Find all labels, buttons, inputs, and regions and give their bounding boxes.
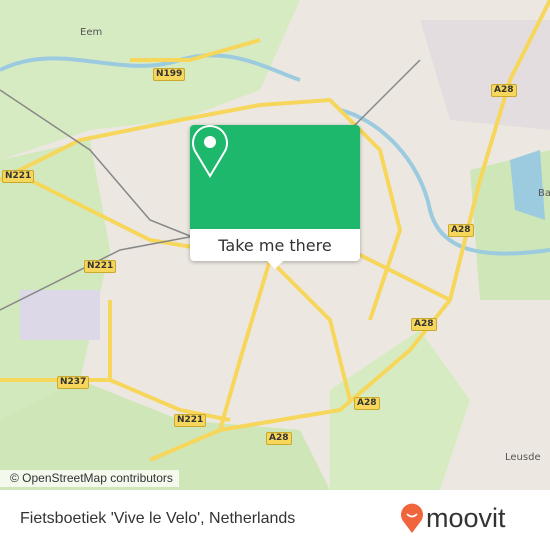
moovit-wordmark: moovit (426, 502, 506, 533)
road-label-n237: N237 (57, 376, 90, 389)
map-attribution[interactable]: © OpenStreetMap contributors (0, 470, 179, 487)
map-label-eem: Eem (80, 27, 103, 38)
popup-header (190, 125, 360, 229)
take-me-there-button[interactable]: Take me there (190, 229, 360, 261)
road-label-a28: A28 (266, 432, 292, 445)
location-pin-icon (192, 125, 228, 178)
popup: Take me there (190, 125, 360, 269)
road-label-a28: A28 (411, 318, 437, 331)
moovit-logo[interactable]: moovit (400, 502, 506, 534)
map-label-leusden: Leusde (505, 452, 541, 463)
road-label-n221: N221 (174, 414, 207, 427)
footer: Fietsboetiek 'Vive le Velo', Netherlands… (0, 490, 550, 550)
moovit-pin-icon (401, 503, 423, 533)
map[interactable]: Eem N199 A28 A28 A28 A28 A28 N221 N221 N… (0, 0, 550, 490)
road-label-n221: N221 (84, 260, 117, 273)
place-name: Fietsboetiek 'Vive le Velo', Netherlands (20, 510, 296, 527)
road-label-n199: N199 (153, 68, 186, 81)
road-label-a28: A28 (354, 397, 380, 410)
map-label-ba: Ba (538, 188, 550, 199)
road-label-a28: A28 (491, 84, 517, 97)
road-label-a28: A28 (448, 224, 474, 237)
road-label-n221: N221 (2, 170, 35, 183)
